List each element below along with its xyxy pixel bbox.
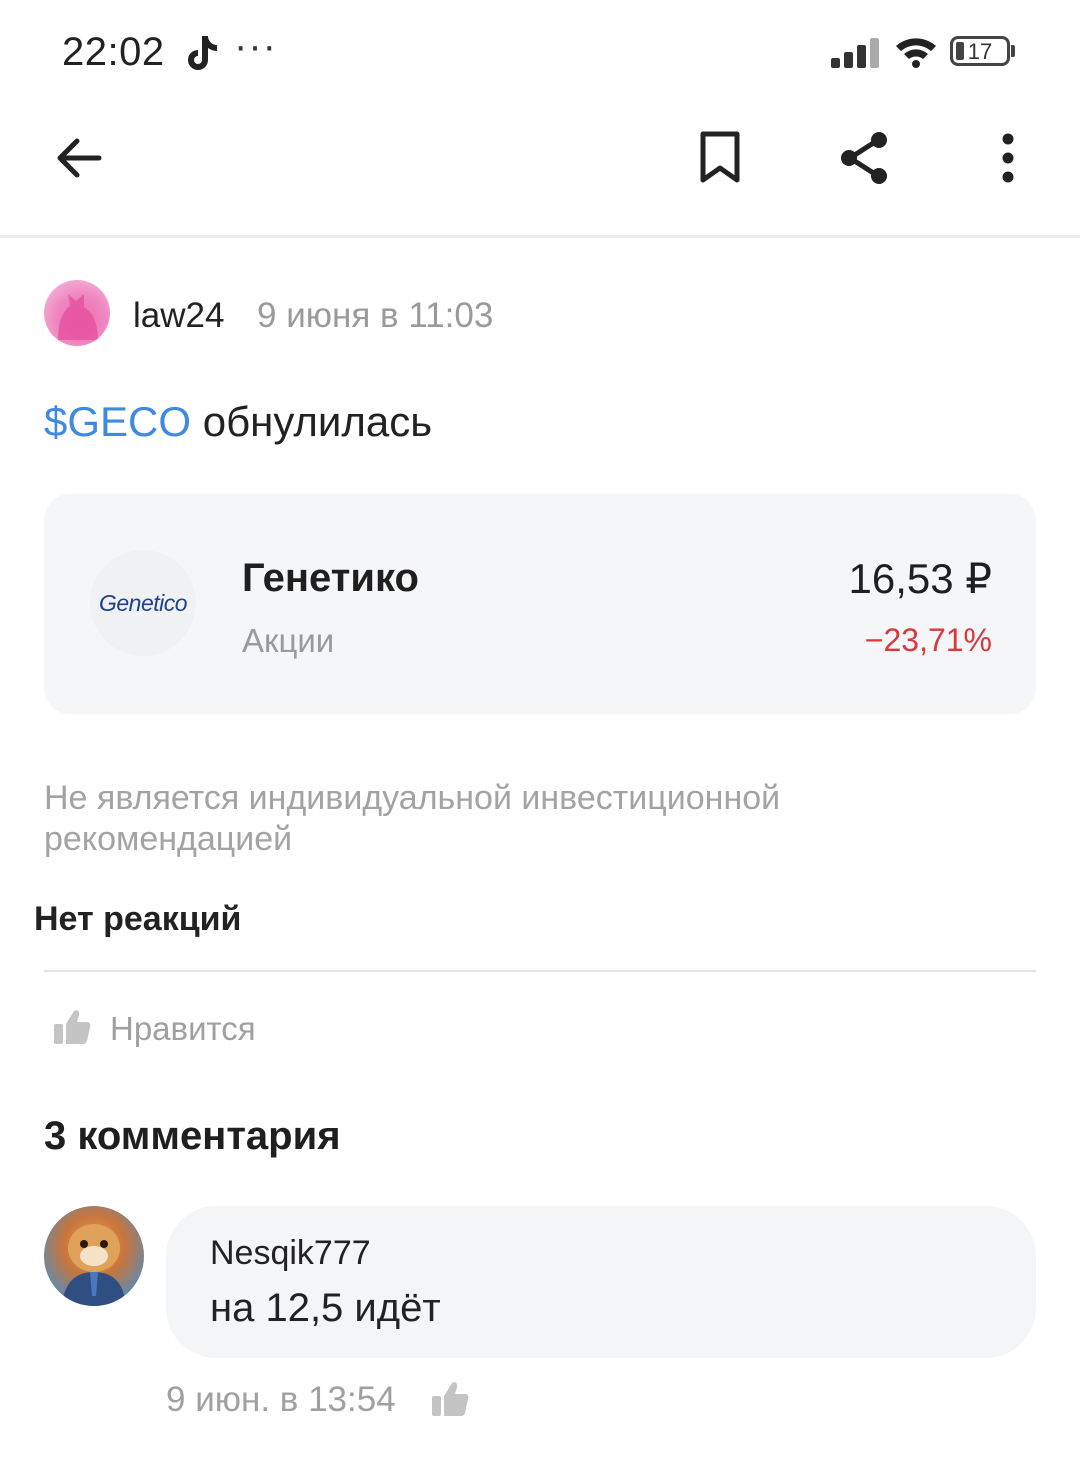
stock-change: −23,71% xyxy=(864,622,992,658)
battery-level: 17 xyxy=(967,39,993,64)
app-bar xyxy=(0,100,1080,238)
comment-date: 9 июн. в 13:54 xyxy=(166,1380,396,1419)
like-label: Нравится xyxy=(110,1010,256,1047)
back-button[interactable] xyxy=(28,100,128,220)
comment-text: на 12,5 идёт xyxy=(210,1286,441,1330)
ticker-link[interactable]: $GECO xyxy=(44,398,191,445)
comment-bubble: Nesqik777 на 12,5 идёт xyxy=(166,1206,1036,1358)
thumbs-up-icon[interactable] xyxy=(430,1380,470,1423)
comment-author[interactable]: Nesqik777 xyxy=(210,1234,371,1273)
divider xyxy=(44,970,1036,972)
bookmark-icon xyxy=(697,130,743,191)
post-body: обнулилась xyxy=(191,398,433,445)
stock-type: Акции xyxy=(242,622,335,659)
post-text: $GECO обнулилась xyxy=(44,398,432,446)
bookmark-button[interactable] xyxy=(670,100,770,220)
author-row: law24 9 июня в 11:03 xyxy=(44,280,1036,348)
wifi-icon xyxy=(894,34,938,73)
status-more-icon: ··· xyxy=(234,24,277,68)
stock-price: 16,53 ₽ xyxy=(848,555,993,602)
comments-title: 3 комментария xyxy=(44,1114,341,1158)
stock-logo: Genetico xyxy=(90,550,196,656)
avatar[interactable] xyxy=(44,280,110,346)
status-bar: 22:02 ··· 17 xyxy=(0,0,1080,100)
comment-meta: 9 июн. в 13:54 xyxy=(166,1380,469,1424)
arrow-left-icon xyxy=(51,131,105,190)
battery-icon: 17 xyxy=(950,36,1010,66)
stock-name: Генетико xyxy=(242,556,419,600)
more-button[interactable] xyxy=(958,100,1058,220)
thumbs-up-icon xyxy=(52,1008,92,1051)
avatar[interactable] xyxy=(44,1206,144,1306)
author-name[interactable]: law24 xyxy=(133,296,224,336)
status-time: 22:02 xyxy=(62,30,165,74)
more-vertical-icon xyxy=(1001,133,1015,188)
stock-card[interactable]: Genetico Генетико Акции 16,53 ₽ −23,71% xyxy=(44,494,1036,714)
reactions-label: Нет реакций xyxy=(34,900,242,938)
share-icon xyxy=(836,129,892,192)
stock-logo-text: Genetico xyxy=(98,589,188,616)
share-button[interactable] xyxy=(814,100,914,220)
disclaimer: Не является индивидуальной инвестиционно… xyxy=(44,779,781,858)
post-date: 9 июня в 11:03 xyxy=(257,296,494,335)
signal-icon xyxy=(830,36,884,75)
tiktok-icon xyxy=(182,32,222,77)
